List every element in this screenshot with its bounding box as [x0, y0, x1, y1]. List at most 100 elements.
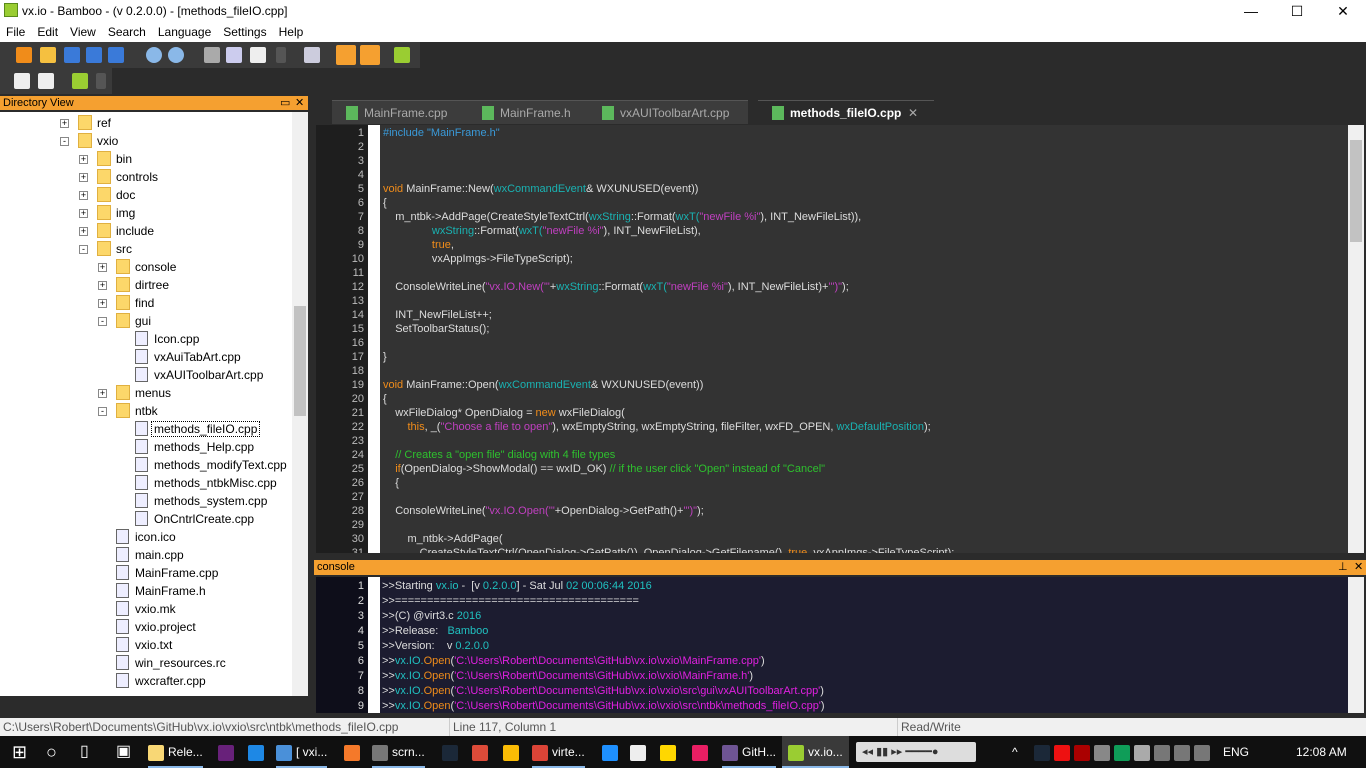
open-folder-icon[interactable] — [40, 47, 56, 63]
copy-icon[interactable] — [226, 47, 242, 63]
tree-item[interactable]: vxAuiTabArt.cpp — [0, 348, 292, 366]
tree-item[interactable]: methods_Help.cpp — [0, 438, 292, 456]
tree-item[interactable]: win_resources.rc — [0, 654, 292, 672]
expand-icon[interactable]: + — [79, 227, 88, 236]
start-button[interactable]: ⊞ — [12, 736, 27, 768]
find-icon[interactable] — [304, 47, 320, 63]
search-icon[interactable]: ○ — [46, 736, 57, 768]
tree-item[interactable]: - ntbk — [0, 402, 292, 420]
task-view-icon[interactable]: ▯ — [80, 736, 89, 768]
tree-item[interactable]: methods_ntbkMisc.cpp — [0, 474, 292, 492]
tree-item[interactable]: + include — [0, 222, 292, 240]
paste-icon[interactable] — [250, 47, 266, 63]
tree-item[interactable]: vxio.project — [0, 618, 292, 636]
new-file-icon[interactable] — [16, 47, 32, 63]
store-icon[interactable]: ▣ — [116, 736, 131, 768]
close-button[interactable]: ✕ — [1320, 0, 1366, 22]
expand-icon[interactable]: + — [79, 209, 88, 218]
close-panel-icon[interactable]: ✕ — [295, 96, 304, 110]
tree-item[interactable]: MainFrame.cpp — [0, 564, 292, 582]
tree-item[interactable]: + img — [0, 204, 292, 222]
show-hidden-icons[interactable]: ^ — [1012, 736, 1018, 768]
taskbar-app[interactable] — [344, 736, 364, 768]
menu-help[interactable]: Help — [273, 22, 310, 39]
taskbar-app[interactable] — [692, 736, 712, 768]
tree-item[interactable]: + console — [0, 258, 292, 276]
taskbar-app[interactable] — [218, 736, 238, 768]
menu-view[interactable]: View — [64, 22, 102, 39]
tree-item[interactable]: methods_modifyText.cpp — [0, 456, 292, 474]
directory-view-toggle-icon[interactable] — [336, 45, 356, 65]
menu-language[interactable]: Language — [152, 22, 217, 39]
taskbar-app[interactable]: scrn... — [372, 736, 425, 768]
collapse-icon[interactable]: - — [98, 407, 107, 416]
taskbar-app[interactable] — [248, 736, 268, 768]
taskbar-app[interactable] — [442, 736, 462, 768]
tree-item[interactable]: + doc — [0, 186, 292, 204]
expand-icon[interactable]: + — [98, 281, 107, 290]
run-icon[interactable] — [72, 73, 88, 89]
save-as-icon[interactable] — [86, 47, 102, 63]
cut-icon[interactable] — [204, 47, 220, 63]
minimize-button[interactable]: — — [1228, 0, 1274, 22]
tree-item[interactable]: methods_system.cpp — [0, 492, 292, 510]
console-toggle-icon[interactable] — [360, 45, 380, 65]
tree-item[interactable]: + bin — [0, 150, 292, 168]
taskbar-app[interactable]: virte... — [532, 736, 585, 768]
collapse-icon[interactable]: - — [60, 137, 69, 146]
font-larger-icon[interactable] — [14, 73, 30, 89]
tree-item[interactable]: + menus — [0, 384, 292, 402]
tree-scrollbar-thumb[interactable] — [294, 306, 306, 416]
pin-icon[interactable]: ⊥ — [1338, 560, 1348, 575]
tree-item[interactable]: vxio.txt — [0, 636, 292, 654]
menu-search[interactable]: Search — [102, 22, 152, 39]
clock[interactable]: 12:08 AM — [1296, 736, 1347, 768]
collapse-icon[interactable]: - — [79, 245, 88, 254]
taskbar-app[interactable]: Rele... — [148, 736, 203, 768]
expand-icon[interactable]: + — [79, 173, 88, 182]
tree-item[interactable]: + dirtree — [0, 276, 292, 294]
taskbar-app[interactable]: [ vxi... — [276, 736, 328, 768]
console-scrollbar[interactable] — [1348, 577, 1364, 713]
expand-icon[interactable]: + — [79, 155, 88, 164]
expand-icon[interactable]: + — [79, 191, 88, 200]
code-editor[interactable]: 1 #include "MainFrame.h" 2 3 4 5 void MainFram… — [316, 125, 1348, 553]
taskbar-app[interactable] — [472, 736, 492, 768]
tree-item[interactable]: + ref — [0, 114, 292, 132]
tree-item[interactable]: OnCntrlCreate.cpp — [0, 510, 292, 528]
dropdown-icon[interactable] — [276, 47, 286, 63]
save-all-icon[interactable] — [108, 47, 124, 63]
tree-item[interactable]: + controls — [0, 168, 292, 186]
taskbar-app[interactable] — [503, 736, 523, 768]
taskbar-app[interactable] — [630, 736, 650, 768]
media-player-widget[interactable]: ◂◂ ▮▮ ▸▸ ━━━━● — [856, 742, 976, 762]
tree-item[interactable]: wxcrafter.cpp — [0, 672, 292, 690]
expand-icon[interactable]: + — [98, 263, 107, 272]
tree-item[interactable]: methods_fileIO.cpp — [0, 420, 292, 438]
language-indicator[interactable]: ENG — [1223, 736, 1249, 768]
menu-edit[interactable]: Edit — [31, 22, 64, 39]
close-panel-icon[interactable]: ✕ — [1354, 560, 1363, 575]
tab-vxauitoolbarart-cpp[interactable]: vxAUIToolbarArt.cpp — [588, 100, 748, 124]
tree-item[interactable]: vxio.mk — [0, 600, 292, 618]
tree-item[interactable]: + find — [0, 294, 292, 312]
undo-icon[interactable] — [146, 47, 162, 63]
about-icon[interactable] — [394, 47, 410, 63]
tree-item[interactable]: main.cpp — [0, 546, 292, 564]
collapse-icon[interactable]: - — [98, 317, 107, 326]
expand-icon[interactable]: + — [60, 119, 69, 128]
tree-item[interactable]: - vxio — [0, 132, 292, 150]
taskbar-app[interactable]: vx.io... — [782, 736, 849, 768]
tree-item[interactable]: - gui — [0, 312, 292, 330]
tree-item[interactable]: vxAUIToolbarArt.cpp — [0, 366, 292, 384]
pin-icon[interactable]: ▭ — [280, 96, 290, 110]
maximize-button[interactable]: ☐ — [1274, 0, 1320, 22]
tab-methods-fileio-cpp[interactable]: methods_fileIO.cpp ✕ — [758, 100, 934, 124]
menu-file[interactable]: File — [0, 22, 31, 39]
taskbar-app[interactable]: GitH... — [722, 736, 777, 768]
menu-settings[interactable]: Settings — [217, 22, 272, 39]
editor-scrollbar-thumb[interactable] — [1350, 140, 1362, 242]
font-smaller-icon[interactable] — [38, 73, 54, 89]
tree-item[interactable]: - src — [0, 240, 292, 258]
dropdown-icon[interactable] — [96, 73, 106, 89]
